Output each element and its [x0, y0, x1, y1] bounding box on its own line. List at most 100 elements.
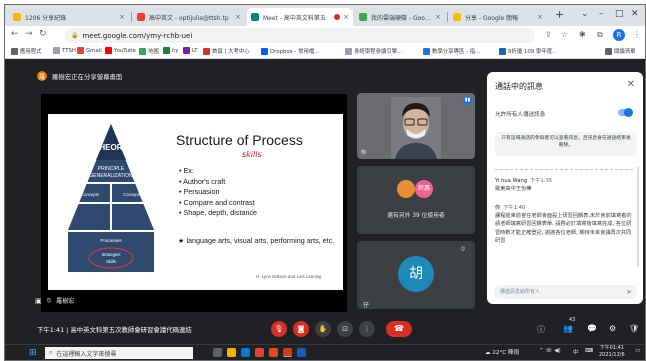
tab-slides[interactable]: 分享 - Google 簡報 ×	[449, 8, 547, 26]
address-bar[interactable]: 🔒 meet.google.com/ymy-rchb-uei	[65, 28, 535, 43]
tab-label: 我的雲端硬碟 - Google 雲端	[371, 14, 433, 22]
self-camera-tile[interactable]: ▮▮ 你	[357, 93, 475, 159]
tab-1206[interactable]: 1206 分享紀錄 ×	[9, 8, 129, 26]
chat-message: 課程結束前會在老師會面設上研習回饋表,未於會前填寫者的請老師填寫研習回饋表單, …	[495, 213, 632, 245]
tab-label: Meet - 高中英文科第五	[263, 14, 326, 22]
slide-title: Structure of Process	[176, 132, 303, 148]
bookmarks-bar: 應用程式 TTSH Gmail YouTube 地圖 hy LT 首頁 | 大考…	[5, 45, 645, 59]
back-arrow-icon[interactable]: ←	[11, 29, 19, 39]
bookmark-dropbox[interactable]: Dropbox - 常用檔...	[261, 47, 319, 55]
raise-hand-button[interactable]: ✋	[315, 321, 331, 337]
clock[interactable]: 下午01:41 2021/12/6	[599, 345, 625, 359]
tab-gmail[interactable]: 高中英文 - optijulia@ttsh.tp ×	[133, 8, 245, 26]
dropbox-icon	[261, 47, 268, 55]
reading-list[interactable]: 閱讀清單	[605, 47, 636, 55]
powerpoint-icon[interactable]	[269, 348, 278, 357]
star-icon[interactable]: ☆	[561, 30, 568, 39]
url-text: meet.google.com/ymy-rchb-uei	[82, 31, 193, 40]
people-icon[interactable]: 👥	[563, 324, 573, 333]
minimize-button[interactable]: –	[599, 9, 604, 19]
mic-off-button[interactable]: 🎙	[271, 321, 287, 337]
slide-annotation: skills	[242, 150, 262, 159]
bookmark-lt[interactable]: LT	[183, 47, 198, 54]
maps-icon	[139, 47, 146, 55]
tab-drive[interactable]: 我的雲端硬碟 - Google 雲端 ×	[355, 8, 445, 26]
browser-window: 1206 分享紀錄 × 高中英文 - optijulia@ttsh.tp × M…	[4, 4, 646, 361]
forward-arrow-icon[interactable]: →	[25, 29, 33, 39]
chat-scrollbar[interactable]	[637, 167, 639, 267]
pyramid-processes-label: Processes	[100, 238, 122, 243]
bookmark-ttsh[interactable]: TTSH	[53, 47, 76, 54]
taskbar-search[interactable]: ⌕ 在這裡輸入文字來搜尋	[45, 347, 193, 359]
more-options-button[interactable]: ⋮	[359, 321, 375, 337]
bookmark-search[interactable]: 身經學程參讀引擎...	[345, 47, 402, 55]
chat-notice: 只有這場通話的參與者可以查看訊息，且訊息會在通話結束後刪除。	[495, 132, 637, 156]
other-participants-tile[interactable]: 鈴惠 還有另外 39 位使用者	[357, 166, 475, 234]
bookmark-apps[interactable]: 應用程式	[11, 47, 42, 55]
bookmark-maps[interactable]: 地圖	[139, 47, 159, 55]
bookmark-ceec[interactable]: 首頁 | 大考中心	[203, 47, 250, 55]
close-icon[interactable]: ×	[537, 13, 543, 21]
camera-off-button[interactable]: ◙	[293, 321, 309, 337]
word-icon[interactable]	[297, 348, 306, 357]
ime-indicator[interactable]: 中	[573, 348, 579, 356]
activities-icon[interactable]: ⚙	[609, 324, 616, 333]
file-explorer-icon[interactable]	[227, 348, 236, 357]
maximize-button[interactable]: □	[615, 9, 624, 19]
extension-icon[interactable]: ✱	[579, 30, 586, 39]
toolbar: ← → ↻ 🔒 meet.google.com/ymy-rchb-uei ⇪ ☆…	[5, 26, 645, 45]
close-icon[interactable]: ×	[435, 13, 441, 21]
close-icon[interactable]: ×	[235, 13, 241, 21]
bookmark-icon	[203, 47, 210, 55]
bookmark-youtube[interactable]: YouTube	[105, 47, 136, 54]
send-icon[interactable]: ➤	[626, 285, 632, 299]
bookmark-hy[interactable]: hy	[163, 47, 179, 54]
edge-icon[interactable]	[241, 348, 250, 357]
tab-bar: 1206 分享紀錄 × 高中英文 - optijulia@ttsh.tp × M…	[5, 5, 645, 26]
reload-icon[interactable]: ↻	[39, 29, 47, 39]
close-icon[interactable]: ×	[343, 13, 349, 21]
tab-meet[interactable]: Meet - 高中英文科第五 ×	[247, 8, 353, 26]
close-window-button[interactable]: ✕	[631, 9, 639, 19]
bookmark-math[interactable]: 數學分享專區 - 指...	[423, 47, 480, 55]
notifications-icon[interactable]: ▭	[635, 348, 640, 354]
close-icon[interactable]: ×	[119, 13, 125, 21]
chevron-down-icon[interactable]: ⌄	[581, 9, 589, 19]
menu-kebab-icon[interactable]: ⋮	[633, 30, 641, 39]
keyboard-icon[interactable]: ⌨	[585, 348, 593, 354]
app-icon[interactable]	[283, 348, 292, 357]
new-tab-button[interactable]: +	[555, 8, 564, 21]
tray-icons[interactable]: ⌃ ☏ ◀)	[539, 348, 561, 354]
recording-dot-icon	[334, 14, 341, 20]
presentation-tile[interactable]: THEORY PRINCIPLE GENERALIZATION Concepts…	[41, 94, 347, 312]
weather-widget[interactable]: ☁ 22°C 陣雨	[485, 348, 519, 356]
self-label: 你	[361, 150, 367, 156]
profile-avatar[interactable]: R	[613, 29, 625, 41]
windows-start-icon[interactable]: ⊞	[29, 348, 37, 358]
extensions-puzzle-icon[interactable]: ⧉	[597, 30, 603, 40]
participant-count-badge: 43	[569, 317, 576, 323]
participant-tile-hu[interactable]: 胡 ⦸	[357, 241, 475, 309]
hang-up-button[interactable]: ☎	[386, 321, 412, 337]
info-icon[interactable]: ⓘ	[537, 324, 545, 335]
close-icon[interactable]: ✕	[627, 79, 635, 90]
slide-credit: H. Lynn Erikson and Lois Lanning	[256, 274, 322, 279]
bookmark-icon	[183, 47, 190, 54]
chat-input[interactable]: 傳送訊息給所有人 ➤	[494, 285, 637, 299]
slide-bullets: Ex: Author's craft Persuasion Compare an…	[179, 166, 257, 219]
slides-icon	[453, 13, 461, 21]
task-view-icon[interactable]	[213, 348, 222, 357]
chat-icon[interactable]: 💬	[587, 324, 597, 333]
chat-panel: 通話中的訊息 ✕ 允許所有人傳送訊息 只有這場通話的參與者可以查看訊息，且訊息會…	[487, 72, 643, 304]
toggle-knob	[624, 108, 633, 117]
bookmark-gmail[interactable]: Gmail	[77, 47, 102, 54]
chrome-icon[interactable]	[255, 348, 264, 357]
allow-messages-label: 允許所有人傳送訊息	[495, 112, 546, 118]
bookmark-109[interactable]: 8折優 109 學年度...	[499, 47, 557, 55]
share-icon[interactable]: ⇪	[545, 30, 552, 39]
presenter-name: 羅樹宏	[56, 298, 75, 305]
present-button[interactable]: ⊡	[337, 321, 353, 337]
participant-avatar: 胡	[398, 256, 434, 292]
allow-messages-toggle[interactable]	[618, 108, 633, 117]
host-controls-icon[interactable]: 🛡	[629, 324, 639, 333]
